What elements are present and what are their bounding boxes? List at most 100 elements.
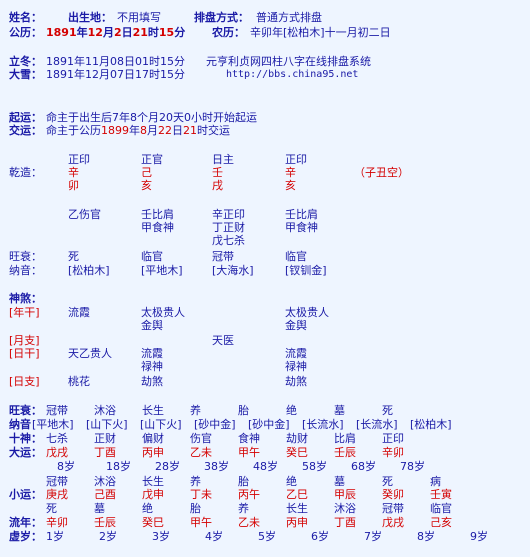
xiaoyun-bottom-item: 墓 [94, 502, 105, 515]
xiaoyun-ganzhi-item: 戊申 [142, 488, 164, 501]
birthplace-value: 不用填写 [117, 11, 161, 24]
dayun-ganzhi-item: 甲午 [238, 446, 260, 459]
year-gan: 辛 [68, 166, 79, 179]
hour-canggan-1: 壬比肩 [285, 208, 318, 221]
rigan-item: 流霞 [285, 347, 307, 360]
xiaoyun-top-item: 病 [430, 475, 441, 488]
dayun-wangshuai-label: 旺衰： [9, 404, 42, 417]
xiaoyun-bottom-item: 养 [238, 502, 249, 515]
xusui-label: 虚岁： [9, 530, 42, 543]
lunar-label: 农历： [212, 26, 245, 39]
xusui-item: 2岁 [99, 530, 117, 543]
xusui-item: 1岁 [46, 530, 64, 543]
birthplace-label: 出生地： [68, 11, 112, 24]
liunian-item: 丙申 [286, 516, 308, 529]
jiaoyun-value: 命主于公历1899年8月22日21时交运 [46, 124, 230, 137]
day-nayin: [大海水] [212, 264, 254, 277]
qiyun-label: 起运： [9, 111, 42, 124]
xusui-item: 7岁 [364, 530, 382, 543]
dayun-wangshuai-item: 绝 [286, 404, 297, 417]
xiaoyun-ganzhi-item: 己酉 [94, 488, 116, 501]
xiaoyun-bottom-item: 沐浴 [334, 502, 356, 515]
dayun-shishen-item: 正印 [382, 432, 404, 445]
xiaoyun-label: 小运： [9, 488, 42, 501]
dayun-shishen-item: 七杀 [46, 432, 68, 445]
xiaoyun-bottom-item: 死 [46, 502, 57, 515]
niangan-item: 太极贵人 [141, 306, 185, 319]
solar-label: 公历： [9, 26, 42, 39]
dayun-ganzhi-item: 乙未 [190, 446, 212, 459]
hour-shishen: 正印 [285, 153, 307, 166]
kongwang: （子丑空） [354, 166, 409, 179]
site-url[interactable]: http://bbs.china95.net [226, 68, 358, 81]
rizhi-item: 劫煞 [285, 375, 307, 388]
year-zhi: 卯 [68, 179, 79, 192]
dayun-nayin-item: [砂中金] [248, 418, 290, 431]
dayun-ganzhi-item: 丁酉 [94, 446, 116, 459]
xusui-item: 3岁 [152, 530, 170, 543]
dayun-wangshuai-item: 胎 [238, 404, 249, 417]
xiaoyun-bottom-item: 临官 [430, 502, 452, 515]
lidong-label: 立冬： [9, 55, 42, 68]
niangan-item: 金舆 [141, 319, 163, 332]
dayun-shishen-item: 正财 [94, 432, 116, 445]
month-canggan-1: 壬比肩 [141, 208, 174, 221]
dayun-wangshuai-item: 沐浴 [94, 404, 116, 417]
xiaoyun-top-item: 胎 [238, 475, 249, 488]
month-wangshuai: 临官 [141, 250, 163, 263]
xiaoyun-top-item: 养 [190, 475, 201, 488]
dayun-age-item: 68岁 [351, 460, 376, 473]
nayin-label: 纳音： [9, 264, 42, 277]
yuezhi-label: [月支] [9, 334, 40, 347]
xiaoyun-ganzhi-item: 甲辰 [334, 488, 356, 501]
liunian-item: 壬辰 [94, 516, 116, 529]
dayun-age-item: 58岁 [302, 460, 327, 473]
dayun-age-item: 8岁 [57, 460, 75, 473]
month-nayin: [平地木] [141, 264, 183, 277]
xusui-item: 8岁 [417, 530, 435, 543]
dayun-age-item: 28岁 [155, 460, 180, 473]
niangan-item: 流霞 [68, 306, 90, 319]
dayun-wangshuai-item: 死 [382, 404, 393, 417]
day-canggan-3: 戊七杀 [212, 234, 245, 247]
dayun-shishen-item: 偏财 [142, 432, 164, 445]
liunian-item: 乙未 [238, 516, 260, 529]
dayun-wangshuai-item: 冠带 [46, 404, 68, 417]
hour-wangshuai: 临官 [285, 250, 307, 263]
xiaoyun-bottom-item: 胎 [190, 502, 201, 515]
month-gan: 己 [141, 166, 152, 179]
liunian-item: 癸巳 [142, 516, 164, 529]
day-shishen: 日主 [212, 153, 234, 166]
xiaoyun-top-item: 长生 [142, 475, 164, 488]
yuezhi-item: 天医 [212, 334, 234, 347]
xusui-item: 5岁 [258, 530, 276, 543]
hour-gan: 辛 [285, 166, 296, 179]
dayun-age-item: 18岁 [106, 460, 131, 473]
xiaoyun-ganzhi-item: 丙午 [238, 488, 260, 501]
hour-nayin: [钗钏金] [285, 264, 327, 277]
name-label: 姓名： [9, 11, 42, 24]
xiaoyun-bottom-item: 长生 [286, 502, 308, 515]
rigan-item: 流霞 [141, 347, 163, 360]
dayun-shishen-item: 比肩 [334, 432, 356, 445]
month-zhi: 亥 [141, 179, 152, 192]
year-wangshuai: 死 [68, 250, 79, 263]
solar-date: 1891年12月2日21时15分 [46, 26, 186, 39]
daxue-value: 1891年12月07日17时15分 [46, 68, 185, 81]
dayun-ganzhi-item: 壬辰 [334, 446, 356, 459]
dayun-wangshuai-item: 墓 [334, 404, 345, 417]
liunian-item: 辛卯 [46, 516, 68, 529]
liunian-label: 流年： [9, 516, 42, 529]
xiaoyun-ganzhi-item: 癸卯 [382, 488, 404, 501]
rizhi-label: [日支] [9, 375, 40, 388]
site-title: 元亨利贞网四柱八字在线排盘系统 [206, 55, 371, 68]
xiaoyun-ganzhi-item: 乙巳 [286, 488, 308, 501]
year-shishen: 正印 [68, 153, 90, 166]
xiaoyun-top-item: 墓 [334, 475, 345, 488]
day-canggan-1: 辛正印 [212, 208, 245, 221]
rigan-item: 禄神 [285, 360, 307, 373]
wangshuai-label: 旺衰： [9, 250, 42, 263]
dayun-nayin-item: [平地木] [32, 418, 74, 431]
liunian-item: 丁酉 [334, 516, 356, 529]
dayun-ganzhi-item: 辛卯 [382, 446, 404, 459]
